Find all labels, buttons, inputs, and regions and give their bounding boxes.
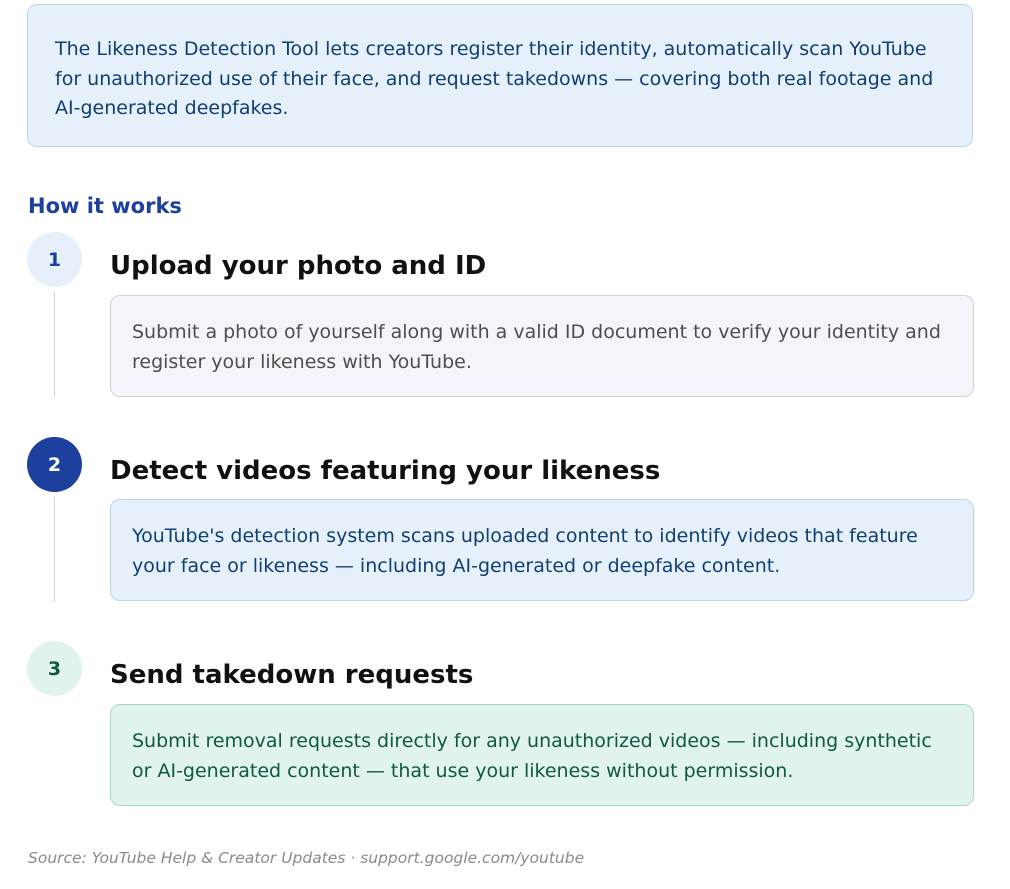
timeline-connector <box>54 497 55 602</box>
step-number-badge: 1 <box>27 232 82 287</box>
section-heading: How it works <box>28 194 182 218</box>
step-number-badge: 2 <box>27 437 82 492</box>
step-title: Upload your photo and ID <box>110 251 487 281</box>
intro-text: The Likeness Detection Tool lets creator… <box>55 38 934 119</box>
intro-callout: The Likeness Detection Tool lets creator… <box>27 4 973 147</box>
source-citation: Source: YouTube Help & Creator Updates ·… <box>28 849 585 867</box>
step-description-box: Submit a photo of yourself along with a … <box>110 295 974 397</box>
step-description: Submit removal requests directly for any… <box>132 730 932 782</box>
step-description-box: Submit removal requests directly for any… <box>110 704 974 806</box>
step-title: Send takedown requests <box>110 660 474 690</box>
step-description-box: YouTube's detection system scans uploade… <box>110 499 974 601</box>
step-description: YouTube's detection system scans uploade… <box>132 525 918 577</box>
step-title: Detect videos featuring your likeness <box>110 456 661 486</box>
step-number-badge: 3 <box>27 641 82 696</box>
step-description: Submit a photo of yourself along with a … <box>132 321 941 373</box>
timeline-connector <box>54 292 55 397</box>
